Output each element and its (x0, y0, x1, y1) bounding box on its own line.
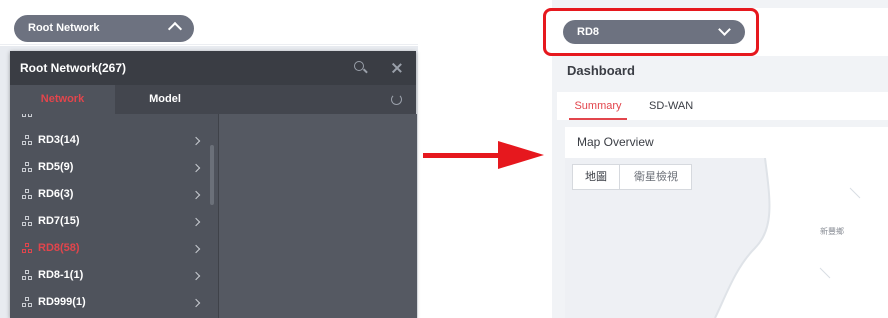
chevron-right-icon (191, 190, 201, 200)
network-icon (22, 216, 32, 226)
list-item[interactable]: RD5(9) (10, 154, 215, 181)
panel-header: Root Network(267) (10, 51, 416, 85)
panel-tabs: Network Model (10, 85, 416, 114)
network-icon (22, 114, 32, 118)
tab-summary[interactable]: Summary (569, 92, 627, 120)
map-overview-card: Map Overview 地圖 衛星檢視 新豐鄉 (565, 127, 888, 318)
tab-sd-wan[interactable]: SD-WAN (649, 92, 693, 120)
arrow-shaft (423, 153, 503, 158)
list-item[interactable]: RD999(1) (10, 289, 215, 316)
network-icon (22, 297, 32, 307)
network-icon (22, 162, 32, 172)
tab-model[interactable]: Model (115, 85, 215, 114)
network-icon (22, 270, 32, 280)
chevron-right-icon (191, 217, 201, 227)
arrow-right-icon (498, 141, 544, 169)
list-item[interactable]: RD6(3) (10, 181, 215, 208)
chevron-right-icon (191, 163, 201, 173)
network-icon (22, 189, 32, 199)
list-item-label: RD8(58) (38, 242, 80, 254)
chevron-up-icon (167, 21, 183, 37)
refresh-icon[interactable] (391, 94, 402, 105)
network-list: RD3(14) RD5(9) RD6(3) RD7(15) RD8(58) RD… (10, 114, 215, 318)
close-icon[interactable] (391, 62, 403, 74)
map-tab-satellite[interactable]: 衛星檢視 (620, 165, 692, 189)
chevron-right-icon (191, 298, 201, 308)
list-item-label: RD8-1(1) (38, 269, 84, 281)
list-item-selected[interactable]: RD8(58) (10, 235, 215, 262)
network-icon (22, 243, 32, 253)
panel-detail-area (218, 114, 417, 318)
panel-title: Root Network(267) (20, 61, 127, 75)
list-item-label: RD7(15) (38, 215, 80, 227)
list-item[interactable]: RD3(14) (10, 127, 215, 154)
tab-network[interactable]: Network (10, 85, 115, 114)
list-item[interactable]: RD7(15) (10, 208, 215, 235)
search-icon[interactable] (354, 61, 364, 71)
list-item[interactable] (10, 114, 215, 127)
network-dropdown-panel: Root Network(267) Network Model RD3(14) … (10, 51, 417, 318)
map-tab-map[interactable]: 地圖 (573, 165, 620, 189)
dashboard-tabs: Summary SD-WAN (557, 92, 888, 120)
map-place-label: 新豐鄉 (820, 227, 844, 236)
chevron-right-icon (191, 136, 201, 146)
list-item[interactable]: RD8-1(1) (10, 262, 215, 289)
list-item-label: RD999(1) (38, 296, 86, 308)
list-item-label: RD5(9) (38, 161, 74, 173)
chevron-right-icon (191, 244, 201, 254)
network-icon (22, 135, 32, 145)
map-type-tabs: 地圖 衛星檢視 (572, 164, 692, 190)
network-selector-label: Root Network (28, 22, 100, 34)
page-title: Dashboard (567, 63, 635, 78)
map-view[interactable]: 地圖 衛星檢視 新豐鄉 (565, 158, 888, 318)
highlight-box (543, 8, 759, 56)
network-selector[interactable]: Root Network (14, 15, 194, 42)
card-title: Map Overview (577, 135, 654, 149)
list-item-label: RD6(3) (38, 188, 74, 200)
list-item-label: RD3(14) (38, 134, 80, 146)
chevron-right-icon (191, 271, 201, 281)
list-scrollbar[interactable] (210, 145, 214, 205)
